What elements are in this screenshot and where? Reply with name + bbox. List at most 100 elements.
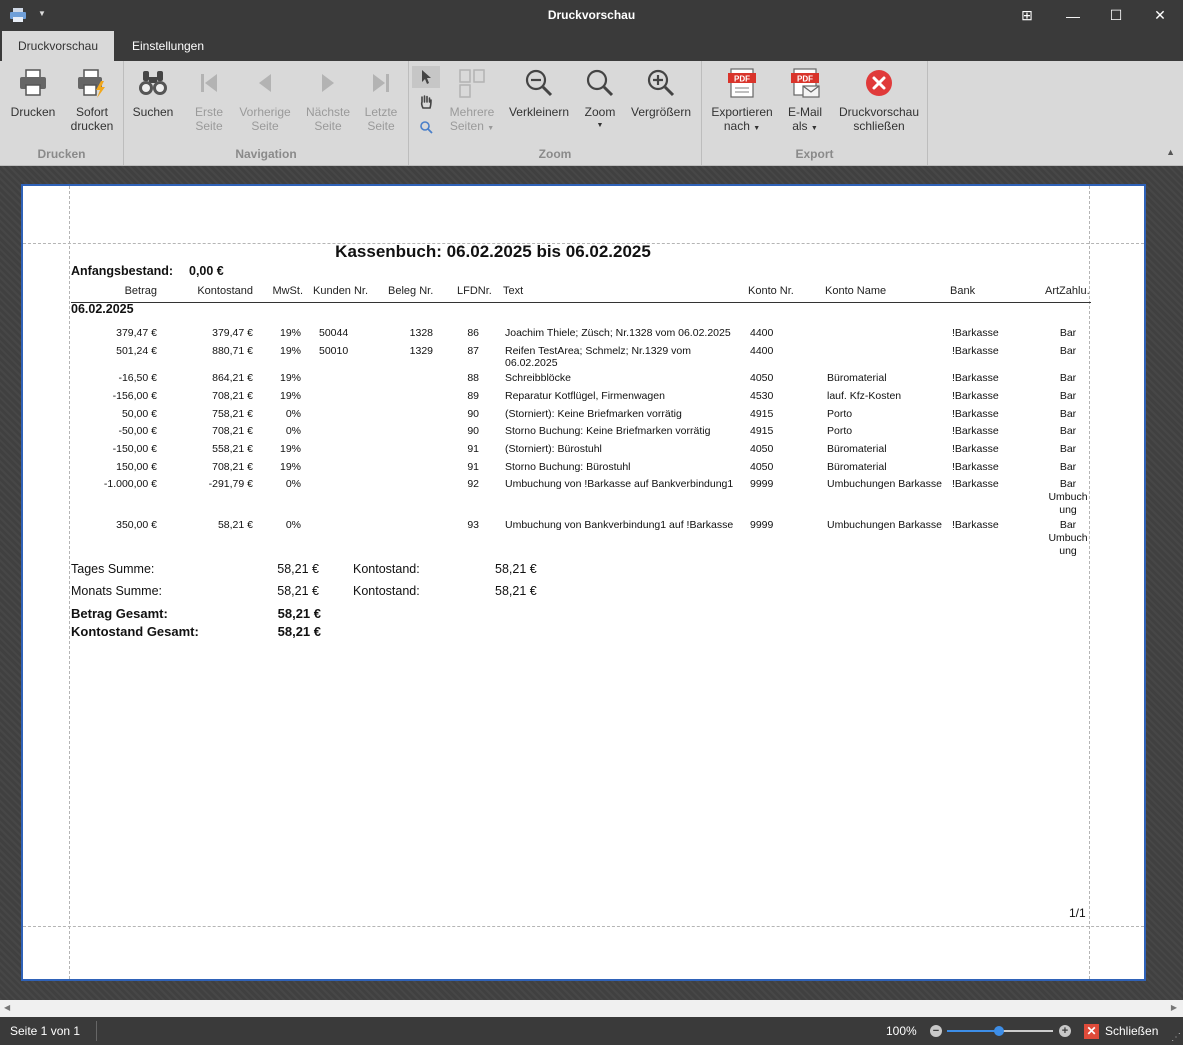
cell-betrag: 350,00 €	[116, 519, 157, 531]
export-button[interactable]: PDF Exportieren nach ▼	[706, 65, 778, 136]
chevron-down-icon: ▼	[487, 125, 495, 132]
cell-art: ung	[1059, 504, 1077, 516]
cell-konto-nr: 9999	[750, 478, 774, 490]
status-separator	[96, 1021, 97, 1041]
cell-konto-nr: 4915	[750, 408, 774, 420]
group-label-drucken: Drucken	[37, 147, 86, 161]
cell-bank: !Barkasse	[952, 519, 999, 531]
tab-druckvorschau[interactable]: Druckvorschau	[2, 31, 114, 61]
cell-mwst: 0%	[285, 478, 301, 490]
cell-text: Joachim Thiele; Züsch; Nr.1328 vom 06.02…	[505, 327, 731, 339]
restore-layout-button[interactable]: ⊞	[1004, 0, 1050, 31]
cell-kontostand: 58,21 €	[217, 519, 253, 531]
cell-art: Bar	[1059, 327, 1077, 339]
email-as-button[interactable]: PDF E-Mail als ▼	[782, 65, 828, 136]
close-circle-icon	[866, 70, 892, 96]
chevron-down-icon: ▼	[753, 125, 761, 132]
pointer-icon	[422, 70, 431, 84]
cell-art: Bar	[1059, 425, 1077, 437]
close-icon: ✕	[1084, 1023, 1099, 1039]
cell-lfd: 88	[467, 372, 479, 384]
cell-mwst: 19%	[279, 345, 301, 357]
print-immediately-button[interactable]: Sofort drucken	[62, 65, 122, 133]
cell-kontostand: 758,21 €	[212, 408, 253, 420]
cell-text: 06.02.2025	[505, 357, 558, 369]
zoom-slider-thumb[interactable]	[994, 1026, 1004, 1036]
column-header-konto-name: Konto Name	[825, 285, 887, 297]
next-page-button[interactable]: Nächste Seite	[300, 65, 356, 133]
zoom-out-icon	[525, 69, 553, 97]
report-title: Kassenbuch: 06.02.2025 bis 06.02.2025	[335, 242, 651, 261]
cell-lfd: 91	[467, 443, 479, 455]
margin-guide-left	[69, 186, 70, 979]
multiple-pages-button[interactable]: Mehrere Seiten ▼	[445, 65, 499, 136]
last-page-icon	[373, 74, 389, 92]
zoom-value: 100%	[886, 1024, 917, 1038]
status-close-button[interactable]: ✕ Schließen	[1084, 1022, 1158, 1040]
minimize-button[interactable]: —	[1050, 0, 1096, 31]
zoom-out-small-icon[interactable]: −	[930, 1025, 942, 1037]
print-button[interactable]: Drucken	[4, 65, 62, 119]
cell-lfd: 87	[467, 345, 479, 357]
search-button[interactable]: Suchen	[128, 65, 178, 119]
pointer-tool[interactable]	[412, 66, 440, 88]
zoom-icon	[586, 69, 614, 97]
scroll-left-icon[interactable]: ◀	[4, 1003, 10, 1012]
cell-mwst: 19%	[279, 461, 301, 473]
zoom-in-small-icon[interactable]: +	[1059, 1025, 1071, 1037]
cell-art: Bar	[1059, 478, 1077, 490]
last-page-button[interactable]: Letzte Seite	[358, 65, 404, 133]
cell-beleg: 1328	[409, 327, 433, 339]
preview-area[interactable]: Kassenbuch: 06.02.2025 bis 06.02.2025 An…	[0, 166, 1183, 1000]
magnifier-small-icon	[420, 121, 433, 134]
collapse-ribbon-icon[interactable]: ▲	[1166, 147, 1175, 157]
zoom-slider-fill	[947, 1030, 999, 1032]
svg-text:PDF: PDF	[797, 75, 813, 84]
header-rule	[71, 302, 1091, 303]
cell-konto-name: Büromaterial	[827, 372, 887, 384]
cell-bank: !Barkasse	[952, 478, 999, 490]
tab-einstellungen[interactable]: Einstellungen	[118, 31, 218, 61]
cell-kontostand: -291,79 €	[208, 478, 253, 490]
cell-betrag: 501,24 €	[116, 345, 157, 357]
cell-kontostand: 558,21 €	[212, 443, 253, 455]
close-preview-button[interactable]: Druckvorschau schließen	[834, 65, 924, 133]
zoom-in-icon	[647, 69, 675, 97]
margin-guide-right	[1089, 186, 1090, 979]
cell-text: Reifen TestArea; Schmelz; Nr.1329 vom	[505, 345, 691, 357]
cell-bank: !Barkasse	[952, 345, 999, 357]
cell-mwst: 0%	[285, 425, 301, 437]
cell-lfd: 91	[467, 461, 479, 473]
binoculars-icon	[139, 71, 167, 95]
page-number: 1/1	[1069, 906, 1086, 920]
scroll-right-icon[interactable]: ▶	[1171, 1003, 1177, 1012]
cell-text: Umbuchung von !Barkasse auf Bankverbindu…	[505, 478, 734, 490]
zoom-out-button[interactable]: Verkleinern	[505, 65, 573, 119]
close-window-button[interactable]: ✕	[1137, 0, 1183, 31]
zoom-button[interactable]: Zoom ▼	[579, 65, 621, 133]
cell-betrag: 50,00 €	[121, 408, 157, 420]
cell-mwst: 19%	[279, 390, 301, 402]
daily-sum-label: Tages Summe:	[71, 562, 155, 576]
magnifier-tool[interactable]	[412, 116, 440, 138]
first-page-icon	[201, 74, 217, 92]
zoom-in-button[interactable]: Vergrößern	[627, 65, 695, 119]
cell-text: Storno Buchung: Keine Briefmarken vorrät…	[505, 425, 711, 437]
maximize-button[interactable]: ☐	[1093, 0, 1139, 31]
cell-konto-name: Büromaterial	[827, 461, 887, 473]
cell-konto-name: Umbuchungen Barkasse	[827, 478, 942, 490]
first-page-button[interactable]: Erste Seite	[184, 65, 234, 133]
chevron-down-icon: ▼	[596, 122, 604, 129]
resize-grip-icon[interactable]: ⋰	[1171, 1032, 1181, 1043]
horizontal-scrollbar[interactable]: ◀ ▶	[0, 1000, 1183, 1017]
ribbon: Drucken Sofort drucken Drucken Suchen Er…	[0, 61, 1183, 166]
cell-text: (Storniert): Bürostuhl	[505, 443, 602, 455]
previous-page-button[interactable]: Vorherige Seite	[236, 65, 294, 133]
chevron-down-icon: ▼	[810, 125, 818, 132]
hand-tool[interactable]	[412, 91, 440, 113]
cell-konto-nr: 4050	[750, 461, 774, 473]
monthly-balance-value: 58,21 €	[495, 584, 537, 598]
date-group-header: 06.02.2025	[71, 302, 134, 316]
cell-konto-name: Porto	[827, 425, 853, 437]
cell-bank: !Barkasse	[952, 425, 999, 437]
